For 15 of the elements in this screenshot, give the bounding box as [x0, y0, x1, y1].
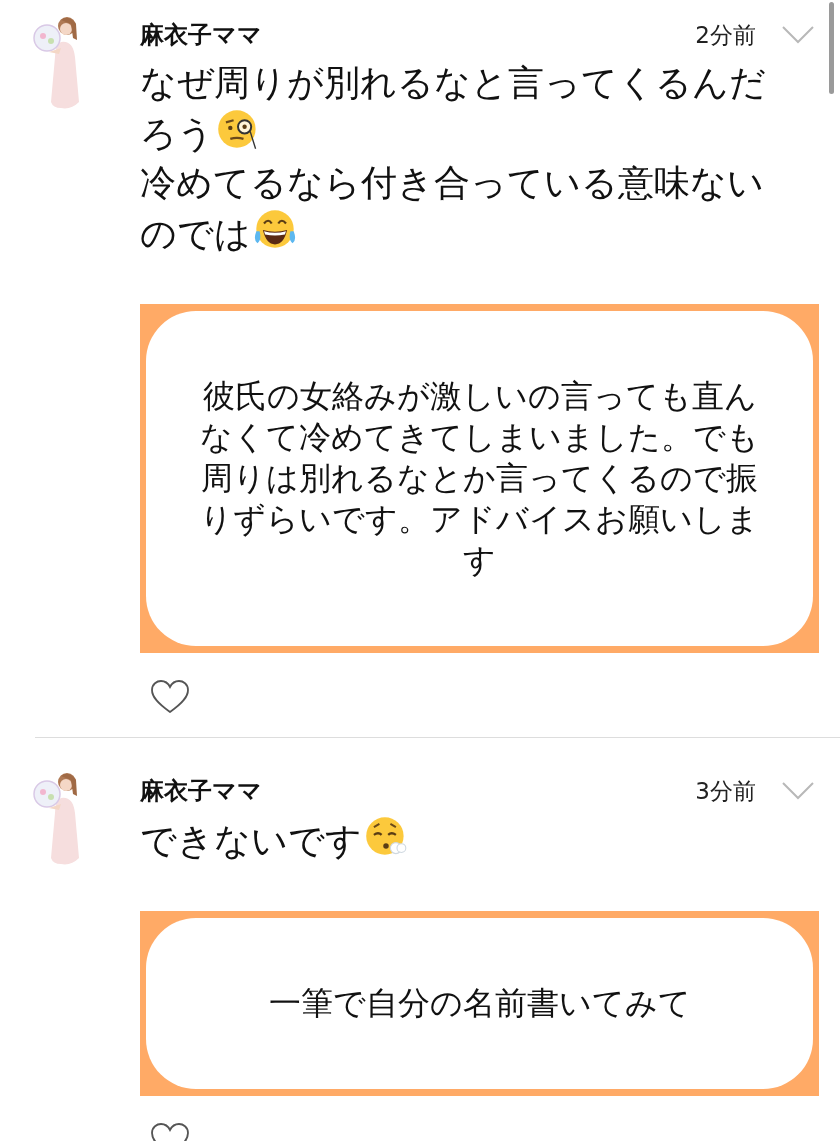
post-time: 3分前 — [695, 776, 756, 806]
post-text: なぜ周りが別れるなと言ってくるんだろう — [140, 61, 767, 156]
post-time: 2分前 — [695, 20, 756, 50]
laughing-face-icon — [253, 207, 297, 251]
heart-icon[interactable] — [150, 679, 190, 715]
post-text: できないです — [140, 814, 790, 865]
author-name[interactable]: 麻衣子ママ — [140, 19, 696, 51]
sighing-face-icon — [364, 814, 408, 858]
chevron-down-icon[interactable] — [782, 26, 814, 44]
quote-text: 一筆で自分の名前書いてみて — [268, 983, 691, 1024]
author-name[interactable]: 麻衣子ママ — [140, 775, 696, 807]
chevron-down-icon[interactable] — [782, 782, 814, 800]
post-text: 冷めてるなら付き合っている意味ないのでは — [140, 161, 765, 256]
scrollbar[interactable] — [829, 2, 834, 94]
quote-text: 彼氏の女絡みが激しいの言っても直んなくて冷めてきてしまいました。でも周りは別れるなとか言ってくるので振りずらいです。アドバイスお願いします — [199, 376, 760, 581]
